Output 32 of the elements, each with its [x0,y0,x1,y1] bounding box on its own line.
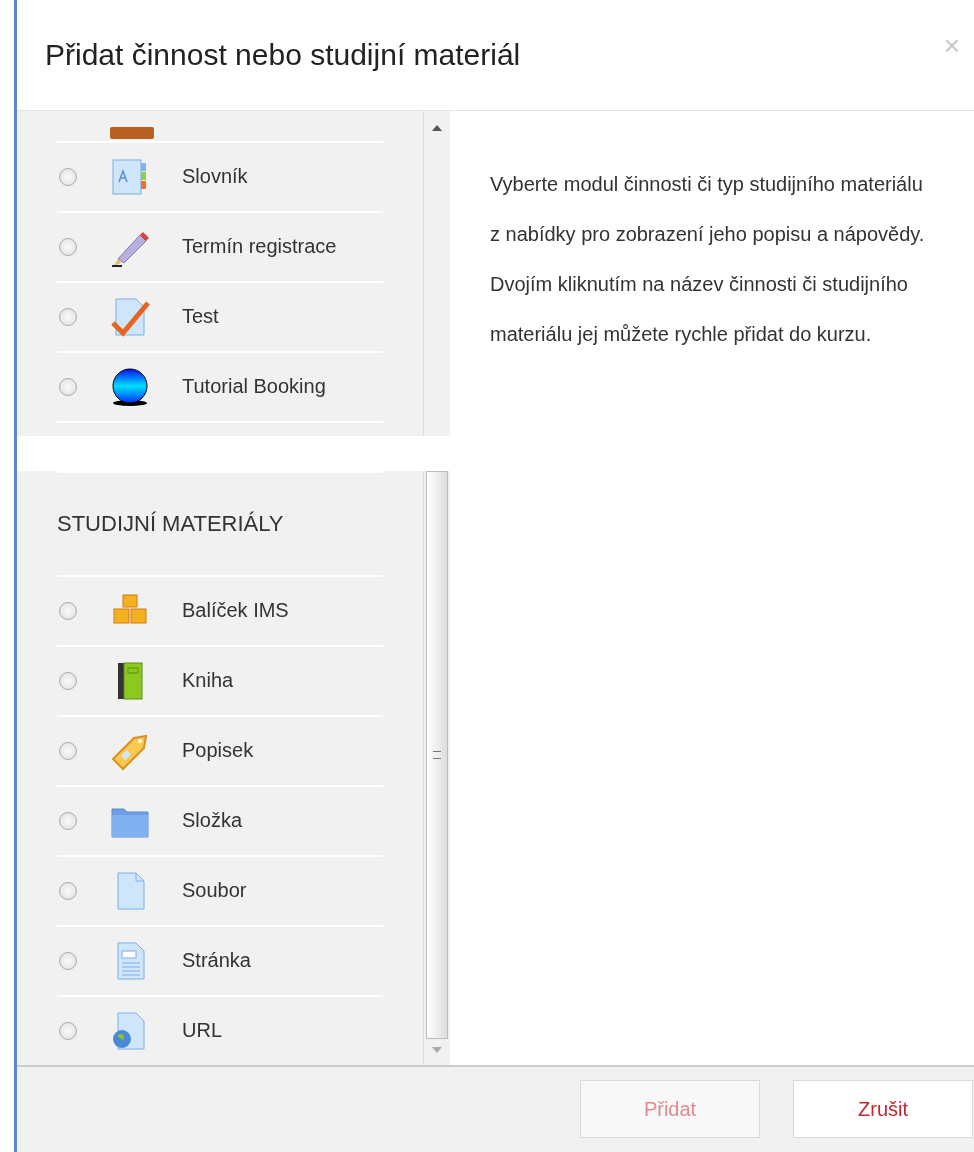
module-label[interactable]: Termín registrace [182,235,337,259]
cancel-button[interactable]: Zrušit [793,1080,973,1139]
radio-button[interactable] [59,307,77,326]
module-label[interactable]: Tutorial Booking [182,375,326,399]
module-label[interactable]: Slovník [182,165,248,189]
radio-button[interactable] [59,811,77,830]
radio-button[interactable] [59,671,77,690]
dialog-title: Přidat činnost nebo studijní materiál [45,37,521,72]
sphere-icon [110,366,150,407]
radio-button[interactable] [59,601,77,620]
section-heading: STUDIJNÍ MATERIÁLY [57,470,383,575]
radio-button[interactable] [59,741,77,760]
scroll-down-icon[interactable] [432,1046,442,1053]
module-label[interactable]: Popisek [182,739,254,763]
module-label[interactable]: Stránka [182,949,251,973]
scroll-up-icon[interactable] [432,124,442,131]
module-label[interactable]: Soubor [182,879,247,903]
module-label[interactable]: URL [182,1019,222,1043]
radio-button[interactable] [59,377,77,396]
help-text: Vyberte modul činnosti či typ studijního materiálu z nabídky pro zobrazení jeho popisu a nápovědy. Dvojím kliknutím na název činnosti či studijního materiálu jej můžete rychle přidat do kurzu. [490,171,926,347]
module-label[interactable]: Složka [182,809,243,833]
module-label[interactable]: Kniha [182,669,234,693]
radio-button[interactable] [59,237,77,256]
scrollbar-thumb[interactable] [426,470,448,1039]
radio-button[interactable] [59,881,77,900]
module-label[interactable]: Balíček IMS [182,599,289,623]
checked-document-icon [110,296,150,337]
radio-button[interactable] [59,1021,77,1040]
cut-off-icon [110,126,154,139]
radio-button[interactable] [59,167,77,186]
radio-button[interactable] [59,951,77,970]
module-label[interactable]: Test [182,305,219,329]
